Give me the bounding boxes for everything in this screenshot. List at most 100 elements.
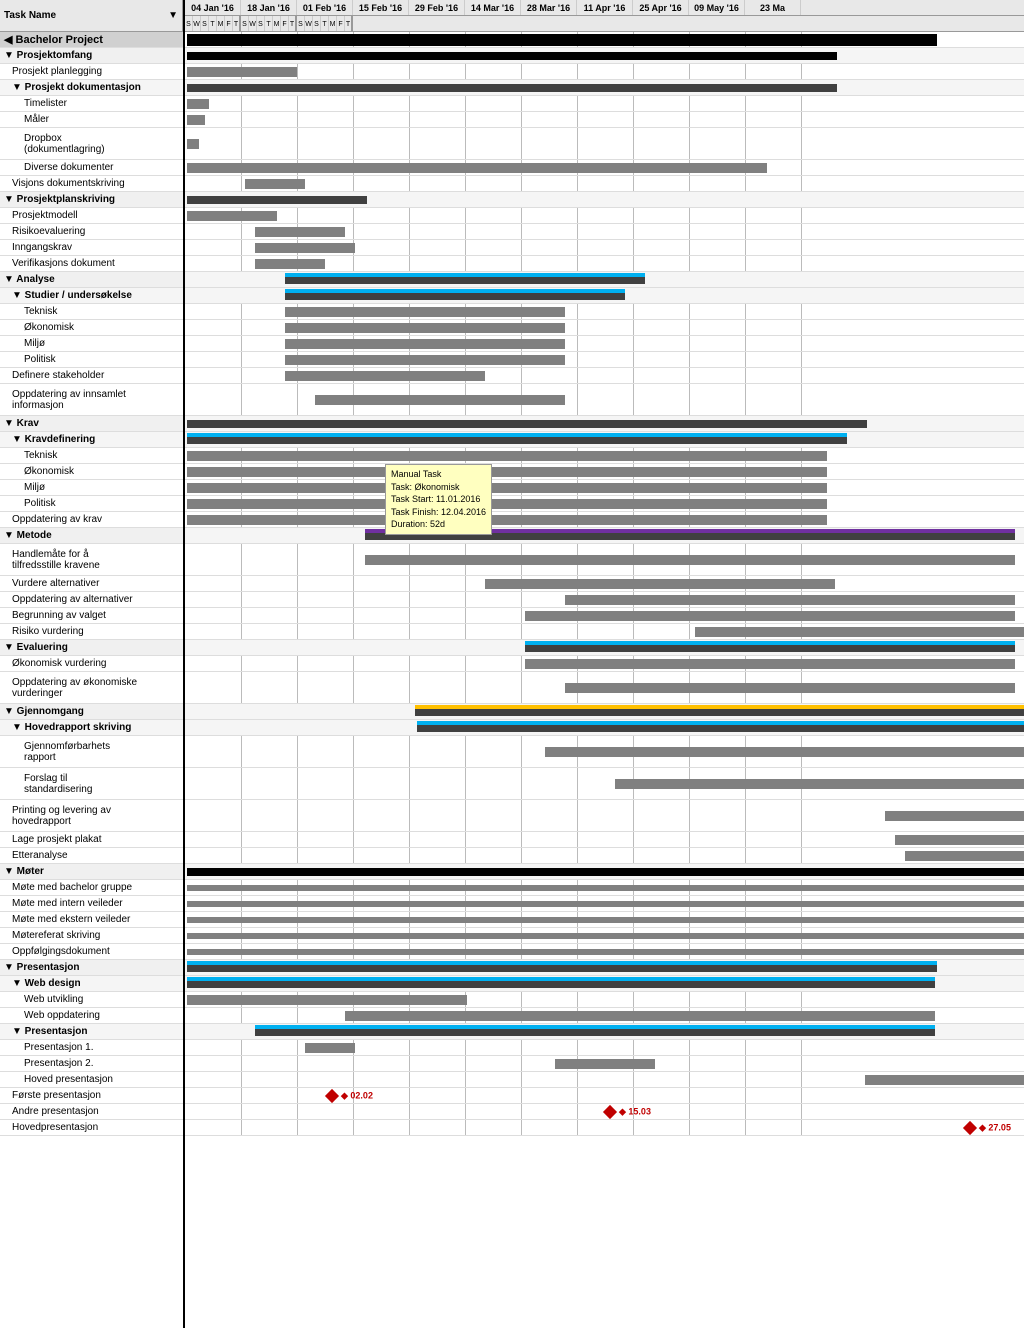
- date-cell: 29 Feb '16: [409, 0, 465, 15]
- gantt-row: [185, 496, 1024, 512]
- task-row: Første presentasjon: [0, 1088, 183, 1104]
- gantt-bar: [187, 420, 867, 428]
- milestone-label: ◆ 15.03: [619, 1106, 651, 1117]
- gantt-bar-accent: [255, 1025, 935, 1029]
- gantt-bar: [555, 1059, 655, 1069]
- task-label: Økonomisk vurdering: [12, 658, 106, 669]
- gantt-row: [185, 192, 1024, 208]
- gantt-panel: 04 Jan '16 18 Jan '16 01 Feb '16 15 Feb …: [185, 0, 1024, 1328]
- gantt-row: [185, 416, 1024, 432]
- task-label: ▼ Prosjektomfang: [4, 50, 92, 61]
- task-row: Handlemåte for åtilfredsstille kravene: [0, 544, 183, 576]
- gantt-row: ◆ 15.03: [185, 1104, 1024, 1120]
- tooltip-duration: Duration: 52d: [391, 518, 486, 531]
- gantt-bar-accent: [187, 977, 935, 981]
- task-row: Økonomisk: [0, 464, 183, 480]
- task-label: Teknisk: [24, 450, 57, 461]
- gantt-row: [185, 640, 1024, 656]
- gantt-bar: [187, 917, 1024, 923]
- gantt-row: [185, 656, 1024, 672]
- task-row: Miljø: [0, 336, 183, 352]
- gantt-bar: [525, 644, 1015, 652]
- milestone-label: ◆ 02.02: [341, 1090, 373, 1101]
- gantt-row: [185, 528, 1024, 544]
- task-label: Diverse dokumenter: [24, 162, 113, 173]
- date-cell: 23 Ma: [745, 0, 801, 15]
- gantt-bar: [187, 467, 827, 477]
- date-cell: 15 Feb '16: [353, 0, 409, 15]
- gantt-bar: [187, 196, 367, 204]
- task-header[interactable]: Task Name ▼: [0, 0, 183, 32]
- task-label: Politisk: [24, 498, 56, 509]
- gantt-row: [185, 592, 1024, 608]
- date-cell: 01 Feb '16: [297, 0, 353, 15]
- gantt-row: [185, 960, 1024, 976]
- gantt-row: ◆ 27.05: [185, 1120, 1024, 1136]
- task-label: Prosjektmodell: [12, 210, 78, 221]
- task-label: Verifikasjons dokument: [12, 258, 115, 269]
- task-row: ▼ Presentasjon: [0, 960, 183, 976]
- gantt-bar: [187, 115, 205, 125]
- day-cell: F: [337, 16, 345, 32]
- task-label: Vurdere alternativer: [12, 578, 99, 589]
- gantt-bar: [525, 611, 1015, 621]
- task-row: Hoved presentasjon: [0, 1072, 183, 1088]
- gantt-row: [185, 256, 1024, 272]
- task-name-header: Task Name: [4, 10, 164, 21]
- task-row: Timelister: [0, 96, 183, 112]
- task-label: Miljø: [24, 338, 45, 349]
- task-row: Forslag tilstandardisering: [0, 768, 183, 800]
- gantt-bar: [345, 1011, 935, 1021]
- task-row: Måler: [0, 112, 183, 128]
- task-row: Printing og levering avhovedrapport: [0, 800, 183, 832]
- gantt-bar-accent: [285, 289, 625, 293]
- gantt-row: ◆ 02.02: [185, 1088, 1024, 1104]
- task-label: Oppfølgingsdokument: [12, 946, 110, 957]
- task-label: ▼ Gjennomgang: [4, 706, 84, 717]
- gantt-row: [185, 176, 1024, 192]
- task-label: Web oppdatering: [24, 1010, 100, 1021]
- gantt-bar: [187, 67, 297, 77]
- task-label: Printing og levering avhovedrapport: [12, 805, 111, 827]
- task-row: ▼ Kravdefinering: [0, 432, 183, 448]
- gantt-bar: [415, 708, 1024, 716]
- task-label: ▼ Krav: [4, 418, 39, 429]
- task-label: Måler: [24, 114, 49, 125]
- gantt-row: [185, 1040, 1024, 1056]
- task-label: Handlemåte for åtilfredsstille kravene: [12, 549, 100, 571]
- gantt-row: [185, 992, 1024, 1008]
- task-label: Oppdatering av innsamletinformasjon: [12, 389, 126, 411]
- day-cell-spacer: [353, 16, 1024, 32]
- gantt-bar: [885, 811, 1024, 821]
- tooltip-task: Task: Økonomisk: [391, 481, 486, 494]
- day-cell: W: [193, 16, 201, 32]
- task-label: Oppdatering av økonomiskevurderinger: [12, 677, 137, 699]
- task-label: Møte med intern veileder: [12, 898, 123, 909]
- gantt-bar: [187, 901, 1024, 907]
- gantt-bar-accent: [187, 433, 847, 437]
- gantt-row: [185, 352, 1024, 368]
- task-label: ◀ Bachelor Project: [4, 33, 103, 46]
- task-row: Vurdere alternativer: [0, 576, 183, 592]
- date-cell: 09 May '16: [689, 0, 745, 15]
- gantt-row: [185, 1008, 1024, 1024]
- date-cell: 04 Jan '16: [185, 0, 241, 15]
- task-row: Definere stakeholder: [0, 368, 183, 384]
- gantt-row: [185, 928, 1024, 944]
- task-label: Politisk: [24, 354, 56, 365]
- task-row: Oppfølgingsdokument: [0, 944, 183, 960]
- day-cell: W: [305, 16, 313, 32]
- gantt-row: [185, 96, 1024, 112]
- milestone-label: ◆ 27.05: [979, 1122, 1011, 1133]
- task-row: Etteranalyse: [0, 848, 183, 864]
- gantt-bar: [285, 292, 625, 300]
- task-label: Økonomisk: [24, 466, 74, 477]
- sort-arrow-icon[interactable]: ▼: [168, 10, 178, 21]
- gantt-header: 04 Jan '16 18 Jan '16 01 Feb '16 15 Feb …: [185, 0, 1024, 32]
- gantt-row: [185, 704, 1024, 720]
- gantt-row: [185, 384, 1024, 416]
- main-container: Task Name ▼ ◀ Bachelor Project ▼ Prosjek…: [0, 0, 1024, 1328]
- gantt-row: [185, 80, 1024, 96]
- gantt-bar: [187, 84, 837, 92]
- gantt-bar: [695, 627, 1024, 637]
